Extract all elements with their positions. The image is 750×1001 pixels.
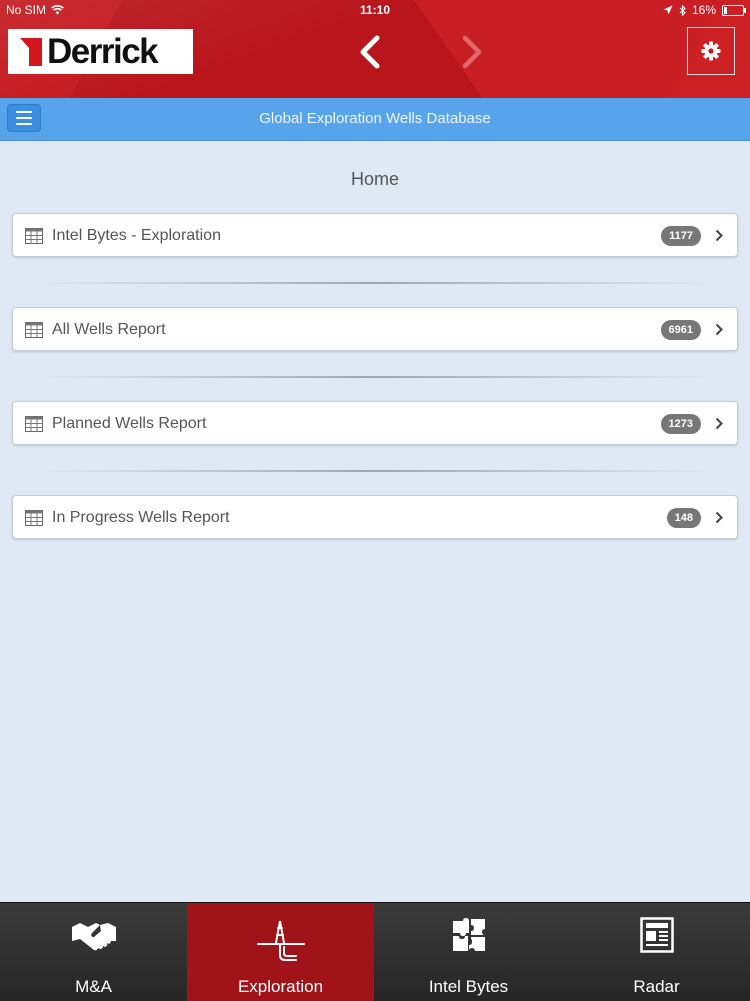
newspaper-icon [639, 917, 674, 953]
report-row-all-wells[interactable]: All Wells Report 6961 [12, 307, 738, 351]
divider [40, 376, 710, 378]
table-icon [25, 416, 43, 432]
report-row-in-progress-wells[interactable]: In Progress Wells Report 148 [12, 495, 738, 539]
chevron-right-icon [715, 417, 723, 430]
battery-icon [722, 4, 746, 16]
gear-icon [701, 41, 721, 61]
count-badge: 6961 [660, 320, 701, 340]
count-badge: 1273 [660, 414, 701, 434]
report-row-planned-wells[interactable]: Planned Wells Report 1273 [12, 401, 738, 445]
tab-exploration[interactable]: Exploration [187, 903, 374, 1001]
logo-text: Derrick [47, 32, 159, 71]
chevron-right-icon [462, 35, 482, 69]
count-badge: 148 [666, 508, 701, 528]
table-icon [25, 228, 43, 244]
table-icon [25, 322, 43, 338]
divider [40, 470, 710, 472]
status-bar: No SIM 11:10 16% [0, 0, 750, 20]
title-bar: Global Exploration Wells Database [0, 98, 750, 141]
back-button[interactable] [355, 34, 387, 70]
divider [40, 282, 710, 284]
report-label: In Progress Wells Report [52, 509, 230, 526]
chevron-right-icon [715, 229, 723, 242]
page-title: Home [350, 169, 399, 189]
chevron-right-icon [715, 323, 723, 336]
battery-percentage: 16% [691, 3, 716, 17]
chevron-right-icon [715, 511, 723, 524]
location-arrow-icon [663, 5, 673, 15]
clock: 11:10 [359, 3, 391, 17]
chevron-left-icon [360, 35, 380, 69]
database-title: Global Exploration Wells Database [259, 110, 491, 127]
app-header: No SIM 11:10 16% Derrick [0, 0, 750, 98]
tab-intel-bytes[interactable]: Intel Bytes [375, 903, 562, 1001]
tab-bar: M&A Exploration Intel Bytes Radar [0, 902, 750, 1001]
report-row-intel-bytes-exploration[interactable]: Intel Bytes - Exploration 1177 [12, 213, 738, 257]
report-label: All Wells Report [52, 321, 166, 338]
bluetooth-icon [679, 4, 686, 16]
report-label: Intel Bytes - Exploration [52, 227, 221, 244]
derrick-logo-mark [20, 37, 42, 66]
tab-label: Radar [633, 977, 680, 996]
derrick-logo[interactable]: Derrick [8, 29, 193, 74]
count-badge: 1177 [661, 226, 701, 246]
settings-button[interactable] [687, 27, 735, 75]
forward-button[interactable] [455, 34, 487, 70]
oil-rig-icon [256, 920, 305, 961]
table-icon [25, 510, 43, 526]
tab-label: Exploration [237, 977, 324, 996]
tab-label: Intel Bytes [428, 977, 509, 996]
report-label: Planned Wells Report [52, 415, 207, 432]
tab-m-and-a[interactable]: M&A [0, 903, 187, 1001]
tab-label: M&A [75, 977, 112, 996]
handshake-icon [71, 923, 116, 951]
tab-radar[interactable]: Radar [563, 903, 750, 1001]
puzzle-icon [452, 918, 485, 951]
